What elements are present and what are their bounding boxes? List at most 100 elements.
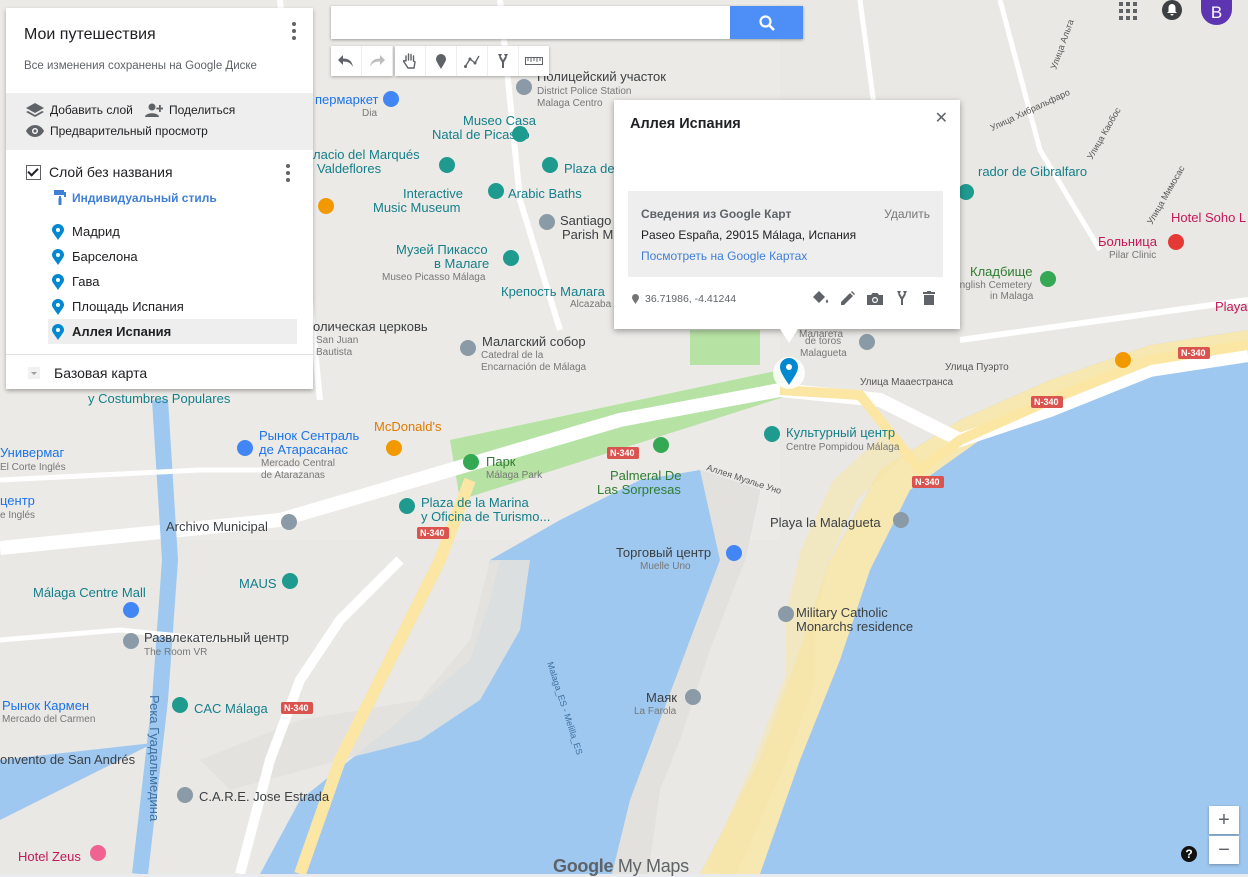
layer-style-link[interactable]: Индивидуальный стиль xyxy=(54,190,217,205)
preview-button[interactable]: Предварительный просмотр xyxy=(26,124,208,138)
map-label: Malagueta xyxy=(800,348,847,359)
place-name: Мадрид xyxy=(72,224,120,239)
poi-icon xyxy=(539,214,555,230)
layer-name[interactable]: Слой без названия xyxy=(49,164,173,180)
bell-icon xyxy=(1162,0,1182,20)
map-label: Playa la Malagueta xyxy=(770,515,881,530)
undo-button[interactable] xyxy=(331,46,362,76)
map-label: Полицейский участок xyxy=(537,69,666,84)
map-title[interactable]: Мои путешествия xyxy=(24,26,156,44)
place-marker-icon xyxy=(52,273,64,290)
place-item[interactable]: Площадь Испания xyxy=(48,294,297,319)
place-item[interactable]: Барселона xyxy=(48,244,297,269)
map-options-menu-icon[interactable] xyxy=(285,22,303,40)
share-button[interactable]: Поделиться xyxy=(145,103,235,117)
layer-visibility-checkbox[interactable] xyxy=(26,164,41,180)
search-button[interactable] xyxy=(730,6,803,39)
map-label: Plaza de la Marina xyxy=(421,495,529,510)
map-label: Торговый центр xyxy=(616,545,711,560)
selected-place-marker xyxy=(773,357,805,389)
map-label: The Room VR xyxy=(144,647,207,658)
map-label: District Police Station xyxy=(537,86,631,97)
search-input[interactable] xyxy=(331,6,741,39)
map-label: Крепость Малага xyxy=(501,284,606,299)
poi-icon xyxy=(460,340,476,356)
place-info-title: Аллея Испания xyxy=(630,116,741,132)
layer-options-menu-icon[interactable] xyxy=(279,164,297,182)
redo-button[interactable] xyxy=(362,46,393,76)
map-label: Alcazaba xyxy=(570,299,612,310)
notifications-button[interactable] xyxy=(1162,0,1182,23)
map-label: onvento de San Andrés xyxy=(0,752,136,767)
map-label: Улица Мааестранса xyxy=(860,377,954,388)
redo-icon xyxy=(370,55,385,67)
undo-icon xyxy=(338,55,353,67)
map-label: Dia xyxy=(362,108,377,119)
map-label: San Juan xyxy=(316,335,358,346)
add-layer-button[interactable]: Добавить слой xyxy=(26,103,133,117)
map-label: Bautista xyxy=(316,347,353,358)
map-label: C.A.R.E. Jose Estrada xyxy=(199,789,330,804)
zoom-out-button[interactable]: − xyxy=(1209,836,1239,864)
map-label: в Малаге xyxy=(434,256,489,271)
basemap-toggle[interactable]: Базовая карта xyxy=(28,365,147,381)
add-marker-button[interactable] xyxy=(426,46,457,76)
place-name: Аллея Испания xyxy=(72,324,172,339)
coordinates-text: 36.71986, -4.41244 xyxy=(645,293,737,305)
map-label: Santiago xyxy=(560,213,611,228)
edit-button[interactable] xyxy=(839,289,857,307)
route-icon xyxy=(897,291,907,305)
directions-button[interactable] xyxy=(893,289,911,307)
place-item-selected[interactable]: Аллея Испания xyxy=(48,319,297,344)
map-label: Encarnación de Málaga xyxy=(481,362,587,373)
map-label: Рынок Сентраль xyxy=(259,428,360,443)
map-label: El Corte Inglés xyxy=(0,462,66,473)
poi-icon xyxy=(399,498,415,514)
close-icon[interactable]: ✕ xyxy=(935,108,948,128)
map-label: CAC Málaga xyxy=(194,701,268,716)
poi-icon xyxy=(1168,234,1184,250)
apps-grid-button[interactable] xyxy=(1119,2,1137,23)
road-shield: N-340 xyxy=(420,528,445,538)
saved-status: Все изменения сохранены на Google Диске xyxy=(24,60,257,72)
poi-icon xyxy=(237,440,253,456)
add-directions-button[interactable] xyxy=(488,46,519,76)
draw-line-button[interactable] xyxy=(457,46,488,76)
search-box xyxy=(331,6,803,39)
place-item[interactable]: Мадрид xyxy=(48,219,297,244)
pan-tool-button[interactable] xyxy=(395,46,426,76)
layer-style-label: Индивидуальный стиль xyxy=(72,190,217,205)
map-label: Muelle Uno xyxy=(640,561,691,572)
help-button[interactable]: ? xyxy=(1181,846,1197,862)
map-label: Catedral de la xyxy=(481,350,544,361)
measure-button[interactable] xyxy=(519,46,549,76)
marker-icon xyxy=(632,294,639,304)
place-address: Paseo España, 29015 Málaga, Испания xyxy=(641,228,857,242)
paint-bucket-icon xyxy=(813,291,829,303)
poi-icon xyxy=(318,198,334,214)
zoom-in-button[interactable]: + xyxy=(1209,806,1239,834)
layer-header: Слой без названия xyxy=(26,164,173,180)
road-shield: N-340 xyxy=(1034,397,1059,407)
preview-label: Предварительный просмотр xyxy=(50,124,208,138)
poi-icon xyxy=(516,79,532,95)
road-shield: N-340 xyxy=(610,448,635,458)
place-marker-icon xyxy=(52,298,64,315)
view-in-google-maps-link[interactable]: Посмотреть на Google Картах xyxy=(641,249,807,263)
map-label: Music Museum xyxy=(373,200,460,215)
delete-button[interactable] xyxy=(920,289,938,307)
ruler-icon xyxy=(525,57,543,65)
place-name: Барселона xyxy=(72,249,138,264)
poi-icon xyxy=(282,573,298,589)
poi-icon xyxy=(439,157,455,173)
style-button[interactable] xyxy=(812,289,830,307)
map-label: Универмаг xyxy=(0,445,65,460)
map-label: Парк xyxy=(486,454,516,469)
add-photo-button[interactable] xyxy=(866,289,884,307)
map-label: Archivo Municipal xyxy=(166,519,268,534)
road-shield: N-340 xyxy=(1181,348,1206,358)
delete-details-button[interactable]: Удалить xyxy=(884,207,930,221)
map-label: Развлекательный центр xyxy=(144,630,289,645)
place-item[interactable]: Гава xyxy=(48,269,297,294)
place-name: Площадь Испания xyxy=(72,299,184,314)
